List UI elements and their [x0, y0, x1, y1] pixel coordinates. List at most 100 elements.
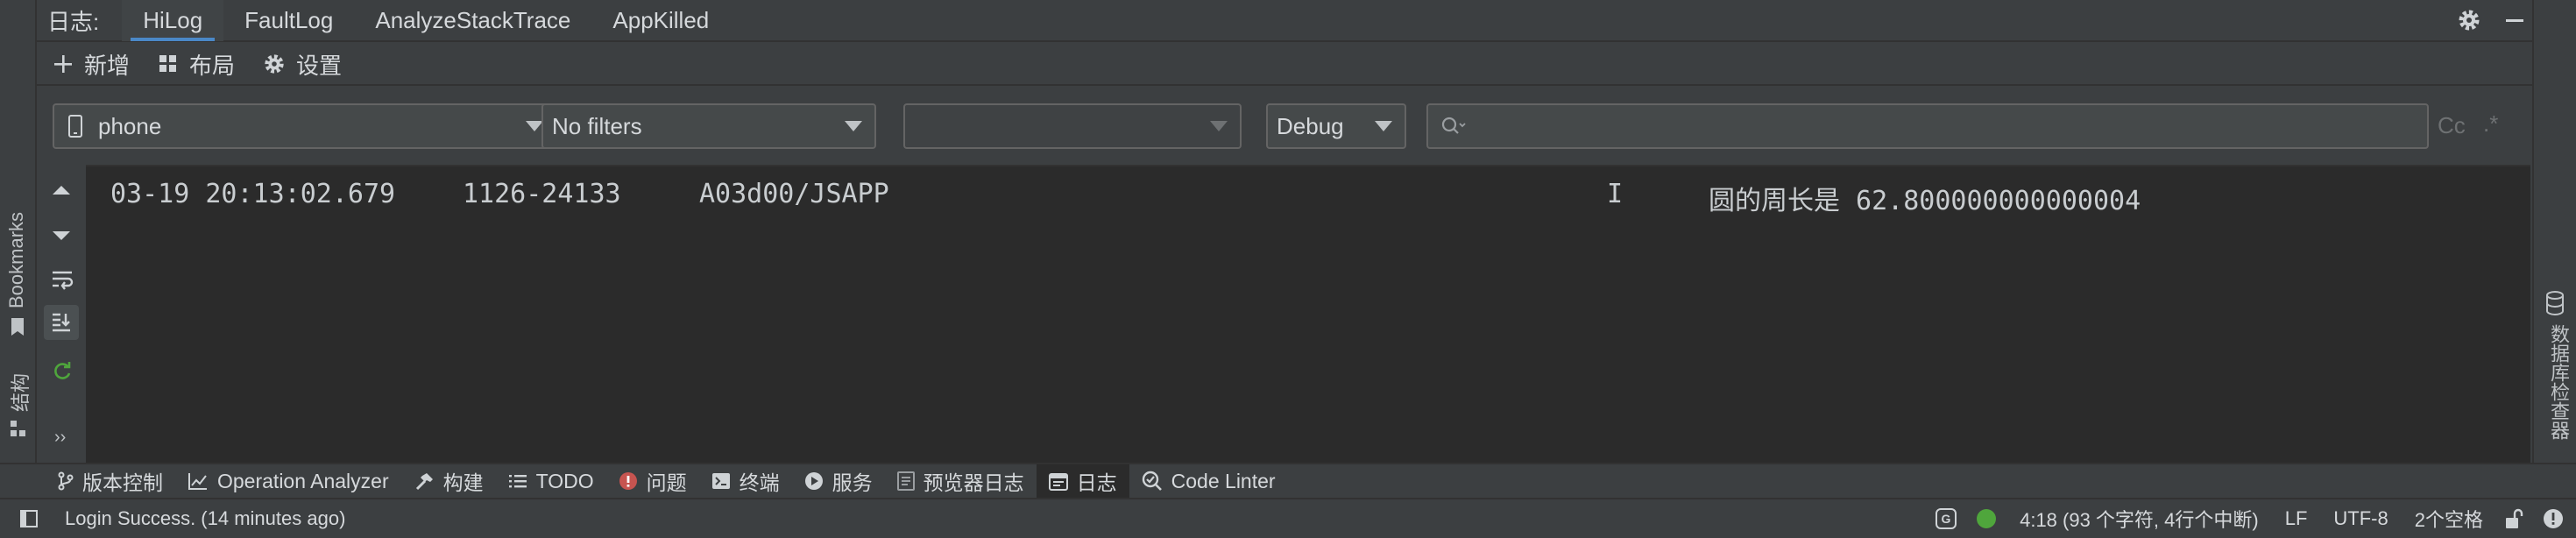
filter-select[interactable]: No filters [541, 103, 876, 149]
log-tag: A03d00/JSAPP [699, 179, 889, 209]
filter-bar: phone No filters Debug Cc .* [37, 88, 2532, 165]
caret-position[interactable]: 4:18 (93 个字符, 4行个中断) [2020, 505, 2259, 533]
tool-label: 预览器日志 [923, 471, 1024, 494]
search-icon [1440, 116, 1467, 137]
chevron-down-icon [845, 121, 862, 131]
log-toolbar: 新增 布局 设置 [37, 44, 2532, 86]
tool-todo[interactable]: TODO [496, 464, 606, 498]
g-icon[interactable]: G [1936, 508, 1957, 529]
left-tool-strip: Bookmarks 结构 [0, 0, 37, 495]
chevron-down-icon [526, 121, 543, 131]
status-message[interactable]: Login Success. (14 minutes ago) [65, 507, 345, 530]
plus-icon [53, 53, 74, 74]
tool-label: Operation Analyzer [217, 469, 389, 492]
tool-label: Code Linter [1171, 469, 1276, 492]
log-panel-title: 日志: [47, 8, 100, 35]
tool-label: 构建 [442, 471, 484, 494]
tab-hilog[interactable]: HiLog [122, 0, 224, 41]
tool-problems[interactable]: 问题 [606, 464, 699, 498]
device-select[interactable]: phone [53, 103, 557, 149]
chevron-down-icon [1375, 121, 1392, 131]
chart-icon [188, 471, 209, 491]
tool-label: 日志 [1076, 471, 1117, 494]
log-tabbar: 日志: HiLog FaultLog AnalyzeStackTrace App… [37, 0, 2532, 42]
tool-services[interactable]: 服务 [792, 464, 885, 498]
tool-label: TODO [535, 469, 594, 492]
tool-log[interactable]: 日志 [1036, 464, 1129, 498]
log-level-value: Debug [1277, 112, 1344, 139]
tool-label: 问题 [646, 471, 687, 494]
svg-text:G: G [1942, 512, 1951, 526]
log-level: I [1607, 179, 1624, 209]
search-input[interactable] [1426, 103, 2429, 149]
scroll-up-icon[interactable] [51, 184, 72, 196]
log-icon [1048, 471, 1068, 491]
lock-open-icon[interactable] [2504, 508, 2523, 529]
structure-tool-label[interactable]: 结构 [5, 373, 33, 412]
error-icon [619, 471, 638, 491]
tab-faultlog[interactable]: FaultLog [223, 0, 354, 41]
filter-select-value: No filters [552, 112, 642, 139]
log-timestamp: 03-19 20:13:02.679 [110, 179, 396, 209]
log-pid-tid: 1126-24133 [463, 179, 621, 209]
play-icon [804, 471, 824, 491]
list-icon [508, 472, 527, 490]
database-inspector-label[interactable]: 数据库检查器 [2544, 324, 2572, 440]
scroll-down-icon[interactable] [51, 230, 72, 242]
chevron-down-icon [1210, 121, 1228, 131]
gear-icon [263, 53, 286, 75]
bookmark-icon[interactable] [9, 317, 26, 336]
branch-icon [58, 471, 74, 491]
device-select-value: phone [98, 112, 162, 139]
add-button[interactable]: 新增 [53, 48, 130, 81]
database-icon[interactable] [2544, 291, 2565, 315]
tool-label: 版本控制 [82, 471, 163, 494]
tab-appkilled[interactable]: AppKilled [591, 0, 730, 41]
terminal-icon [711, 472, 731, 490]
tool-window-bar: 版本控制 Operation Analyzer 构建 TODO 问题 终端 服务… [0, 463, 2576, 499]
tab-analyzestacktrace[interactable]: AnalyzeStackTrace [354, 0, 591, 41]
tab-label: HiLog [143, 6, 203, 33]
match-case-toggle[interactable]: Cc [2438, 112, 2466, 139]
log-actions-gutter: ›› [39, 165, 86, 463]
settings-button[interactable]: 设置 [263, 48, 342, 81]
status-indicator-icon[interactable] [1976, 508, 1997, 529]
more-icon[interactable]: ›› [54, 428, 66, 448]
tool-build[interactable]: 构建 [401, 464, 496, 498]
panel-toggle-icon[interactable] [19, 509, 39, 528]
process-select[interactable] [903, 103, 1242, 149]
log-output[interactable]: 03-19 20:13:02.679 1126-24133 A03d00/JSA… [86, 165, 2530, 463]
layout-button[interactable]: 布局 [158, 48, 235, 81]
log-level-select[interactable]: Debug [1266, 103, 1406, 149]
tool-terminal[interactable]: 终端 [699, 464, 792, 498]
regex-toggle[interactable]: .* [2483, 110, 2498, 138]
notifications-icon[interactable] [2543, 508, 2564, 529]
scroll-to-end-icon[interactable] [44, 305, 79, 340]
tab-label: AnalyzeStackTrace [375, 6, 571, 33]
linter-icon [1142, 471, 1163, 492]
bookmarks-tool-label[interactable]: Bookmarks [5, 212, 28, 308]
doc-icon [896, 471, 915, 491]
tool-previewer-log[interactable]: 预览器日志 [885, 464, 1037, 498]
minimize-icon[interactable] [2504, 10, 2525, 31]
layout-button-label: 布局 [189, 52, 236, 79]
line-ending[interactable]: LF [2285, 507, 2308, 530]
tool-version-control[interactable]: 版本控制 [46, 464, 175, 498]
add-button-label: 新增 [84, 52, 131, 79]
gear-icon[interactable] [2457, 8, 2481, 32]
soft-wrap-icon[interactable] [51, 268, 74, 291]
structure-icon[interactable] [9, 419, 26, 438]
indent-setting[interactable]: 2个空格 [2415, 505, 2483, 533]
tab-label: AppKilled [612, 6, 710, 33]
tool-operation-analyzer[interactable]: Operation Analyzer [175, 464, 401, 498]
restart-icon[interactable] [51, 359, 74, 382]
status-bar: Login Success. (14 minutes ago) G 4:18 (… [0, 499, 2576, 538]
tool-code-linter[interactable]: Code Linter [1129, 464, 1288, 498]
file-encoding[interactable]: UTF-8 [2333, 507, 2388, 530]
tool-label: 服务 [832, 471, 873, 494]
tool-label: 终端 [739, 471, 780, 494]
hammer-icon [414, 471, 435, 491]
grid-icon [158, 53, 179, 74]
tab-label: FaultLog [244, 6, 334, 33]
log-message: 圆的周长是 62.800000000000004 [1709, 186, 2141, 216]
